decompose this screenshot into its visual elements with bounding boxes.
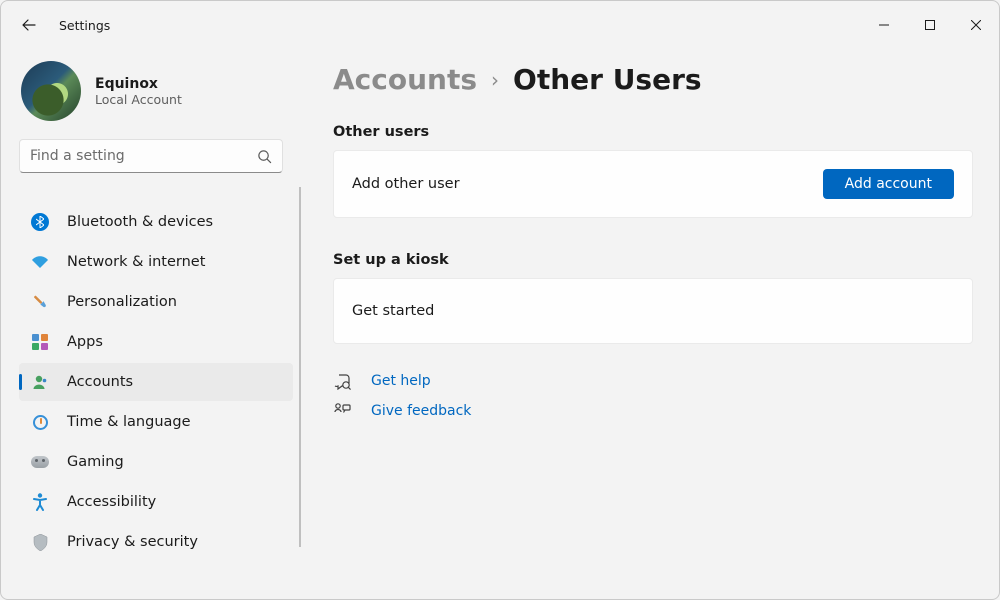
- card-label: Get started: [352, 303, 434, 319]
- card-label: Add other user: [352, 176, 460, 192]
- section-heading: Set up a kiosk: [333, 252, 973, 268]
- sidebar-item-personalization[interactable]: Personalization: [19, 283, 293, 321]
- wifi-icon: [31, 253, 49, 271]
- system-icon: [31, 185, 49, 188]
- sidebar-item-label: Bluetooth & devices: [67, 214, 213, 230]
- section-kiosk: Set up a kiosk Get started: [333, 252, 973, 344]
- minimize-icon: [879, 20, 889, 30]
- help-icon: [333, 372, 351, 390]
- sidebar-item-gaming[interactable]: Gaming: [19, 443, 293, 481]
- sidebar-item-label: Personalization: [67, 294, 177, 310]
- get-help-link[interactable]: Get help: [371, 373, 431, 389]
- shield-icon: [31, 533, 49, 551]
- sidebar-item-label: Time & language: [67, 414, 191, 430]
- sidebar-scrollbar[interactable]: [299, 187, 301, 547]
- maximize-button[interactable]: [907, 9, 953, 41]
- apps-icon: [31, 333, 49, 351]
- sidebar-item-accounts[interactable]: Accounts: [19, 363, 293, 401]
- sidebar-item-bluetooth[interactable]: Bluetooth & devices: [19, 203, 293, 241]
- get-help-row: Get help: [333, 372, 973, 390]
- search-icon: [257, 149, 272, 164]
- gamepad-icon: [31, 453, 49, 471]
- breadcrumb-current: Other Users: [513, 63, 702, 96]
- sidebar: Equinox Local Account System Bl: [1, 49, 301, 600]
- minimize-button[interactable]: [861, 9, 907, 41]
- clock-icon: [31, 413, 49, 431]
- search-box[interactable]: [19, 139, 283, 173]
- add-other-user-card: Add other user Add account: [333, 150, 973, 218]
- close-icon: [971, 20, 981, 30]
- main-content: Accounts › Other Users Other users Add o…: [301, 49, 999, 600]
- give-feedback-row: Give feedback: [333, 402, 973, 420]
- close-button[interactable]: [953, 9, 999, 41]
- search-input[interactable]: [30, 148, 249, 164]
- window-controls: [861, 9, 999, 41]
- sidebar-item-system[interactable]: System: [19, 185, 293, 201]
- sidebar-item-label: System: [67, 185, 121, 186]
- give-feedback-link[interactable]: Give feedback: [371, 403, 471, 419]
- sidebar-item-label: Privacy & security: [67, 534, 198, 550]
- paintbrush-icon: [31, 293, 49, 311]
- feedback-icon: [333, 402, 351, 420]
- sidebar-item-label: Accounts: [67, 374, 133, 390]
- sidebar-item-label: Network & internet: [67, 254, 205, 270]
- profile-block[interactable]: Equinox Local Account: [1, 55, 301, 139]
- person-icon: [31, 373, 49, 391]
- sidebar-item-label: Apps: [67, 334, 103, 350]
- kiosk-get-started-card[interactable]: Get started: [333, 278, 973, 344]
- bluetooth-icon: [31, 213, 49, 231]
- sidebar-item-label: Gaming: [67, 454, 124, 470]
- sidebar-item-label: Accessibility: [67, 494, 156, 510]
- sidebar-item-accessibility[interactable]: Accessibility: [19, 483, 293, 521]
- app-title: Settings: [59, 18, 110, 33]
- profile-subtitle: Local Account: [95, 92, 182, 107]
- sidebar-item-time[interactable]: Time & language: [19, 403, 293, 441]
- avatar: [21, 61, 81, 121]
- add-account-button[interactable]: Add account: [823, 169, 954, 199]
- footer-links: Get help Give feedback: [333, 372, 973, 420]
- profile-name: Equinox: [95, 76, 182, 92]
- maximize-icon: [925, 20, 935, 30]
- back-button[interactable]: [9, 5, 49, 45]
- back-arrow-icon: [21, 17, 37, 33]
- sidebar-item-privacy[interactable]: Privacy & security: [19, 523, 293, 561]
- breadcrumb-parent[interactable]: Accounts: [333, 63, 477, 96]
- sidebar-item-network[interactable]: Network & internet: [19, 243, 293, 281]
- section-other-users: Other users Add other user Add account: [333, 124, 973, 218]
- chevron-right-icon: ›: [491, 68, 499, 92]
- accessibility-icon: [31, 493, 49, 511]
- titlebar: Settings: [1, 1, 999, 49]
- breadcrumb: Accounts › Other Users: [333, 63, 973, 96]
- sidebar-item-apps[interactable]: Apps: [19, 323, 293, 361]
- section-heading: Other users: [333, 124, 973, 140]
